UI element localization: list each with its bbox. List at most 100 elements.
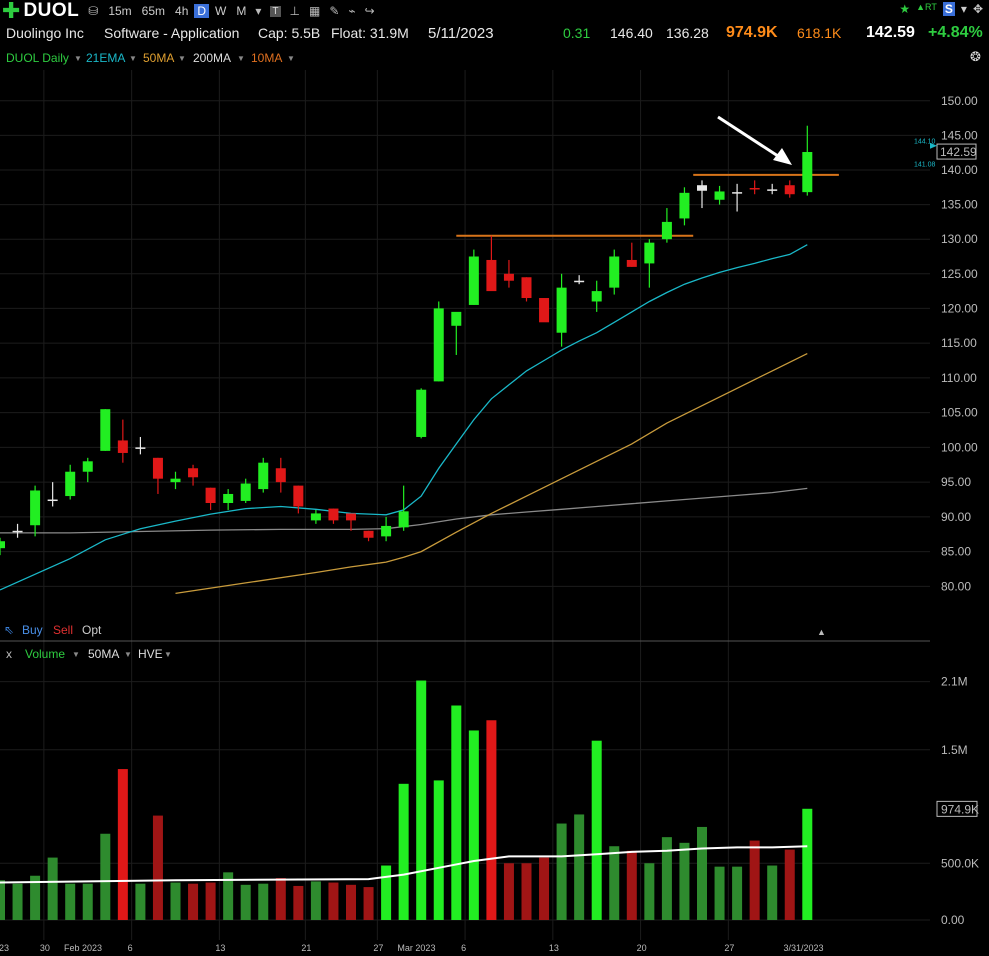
- candle-body: [100, 409, 111, 451]
- y-tick-label: 95.00: [941, 475, 971, 489]
- candle-body: [556, 287, 567, 333]
- volume-bar: [275, 878, 286, 920]
- candle-body: [363, 530, 374, 538]
- x-tick-label: 20: [637, 943, 647, 953]
- volume-bar: [188, 883, 199, 920]
- candle-body: [258, 462, 269, 490]
- x-tick-label: 27: [724, 943, 734, 953]
- dropdown-icon[interactable]: ▼: [124, 650, 132, 659]
- candle-body: [328, 508, 339, 521]
- volume-bar: [697, 826, 707, 920]
- candle-body: [205, 487, 216, 503]
- volume-bar: [310, 881, 321, 920]
- candle-body: [626, 259, 637, 267]
- candle-body: [767, 189, 778, 191]
- volume-bar: [381, 865, 392, 920]
- annotation-arrow: [717, 115, 792, 165]
- candle-body: [468, 256, 479, 305]
- volume-bar: [679, 842, 690, 920]
- volume-bar: [451, 705, 462, 920]
- y-tick-label: 130.00: [941, 232, 978, 246]
- volume-bar: [100, 833, 111, 920]
- y-tick-label: 110.00: [941, 371, 977, 385]
- candle-body: [275, 468, 286, 483]
- candle-body: [240, 483, 251, 501]
- candle-body: [574, 280, 585, 283]
- candle-body: [451, 311, 462, 326]
- buy-button[interactable]: Buy: [22, 623, 43, 637]
- volume-bar: [416, 680, 427, 920]
- volume-bar: [398, 783, 409, 920]
- candle-body: [12, 530, 23, 533]
- dropdown-icon[interactable]: ▼: [164, 650, 172, 659]
- collapse-icon[interactable]: ▲: [817, 627, 826, 637]
- candle-body: [539, 298, 550, 323]
- candle-body: [591, 291, 602, 302]
- volume-bar: [205, 882, 216, 920]
- volume-tick-label: 500.0K: [941, 856, 979, 870]
- candle-body: [433, 308, 444, 382]
- y-tick-label: 145.00: [941, 128, 978, 142]
- x-tick-label: 6: [128, 943, 133, 953]
- candle-body: [697, 185, 707, 191]
- x-tick-label: Mar 2023: [397, 943, 435, 953]
- candle-body: [47, 499, 58, 502]
- candle-body: [644, 242, 655, 264]
- volume-bar: [732, 866, 743, 920]
- candle-body: [714, 191, 725, 200]
- y-tick-label: 120.00: [941, 301, 978, 315]
- volume-bar: [468, 730, 479, 920]
- volume-bar: [521, 863, 532, 920]
- cursor-icon[interactable]: ⇖: [4, 623, 14, 637]
- option-button[interactable]: Opt: [82, 623, 101, 637]
- candle-body: [135, 447, 146, 449]
- y-tick-label: 135.00: [941, 198, 978, 212]
- ma50-line: [175, 353, 808, 595]
- volume-bar: [240, 884, 251, 920]
- volume-bar: [802, 808, 813, 920]
- candle-body: [65, 471, 76, 497]
- y-tick-label: 140.00: [941, 163, 978, 177]
- volume-bar: [644, 863, 655, 920]
- volume-bar: [486, 720, 497, 920]
- volume-label[interactable]: Volume: [25, 647, 65, 661]
- close-volume-panel[interactable]: x: [6, 647, 12, 661]
- candle-body: [398, 511, 409, 528]
- candle-body: [503, 273, 514, 281]
- candle-body: [486, 259, 497, 292]
- candle-body: [310, 513, 321, 521]
- candle-body: [609, 256, 620, 288]
- x-tick-label: 6: [461, 943, 466, 953]
- candle-body: [732, 192, 743, 194]
- x-tick-label: 30: [40, 943, 50, 953]
- volume-ma-label[interactable]: 50MA: [88, 647, 119, 661]
- dropdown-icon[interactable]: ▼: [72, 650, 80, 659]
- volume-bar: [117, 769, 128, 920]
- candle-body: [749, 187, 760, 190]
- y-tick-label: 85.00: [941, 545, 971, 559]
- volume-bar: [346, 884, 356, 920]
- candle-body: [416, 389, 427, 437]
- x-tick-label: 13: [215, 943, 225, 953]
- candle-body: [82, 461, 93, 472]
- volume-tick-label: 1.5M: [941, 743, 968, 757]
- candle-body: [381, 525, 392, 537]
- candle-body: [117, 440, 128, 453]
- price-chart[interactable]: 150.00145.00140.00135.00130.00125.00120.…: [0, 0, 989, 956]
- candle-body: [293, 485, 304, 507]
- candle-body: [30, 490, 41, 526]
- y-tick-label: 115.00: [941, 336, 977, 350]
- candle-body: [223, 493, 234, 503]
- x-tick-label: 27: [373, 943, 383, 953]
- candles: [0, 125, 813, 556]
- volume-bar: [784, 849, 795, 920]
- volume-bar: [609, 846, 620, 920]
- volume-bar: [539, 857, 550, 920]
- sell-button[interactable]: Sell: [53, 623, 73, 637]
- volume-bar: [65, 883, 76, 920]
- x-tick-label: 13: [549, 943, 559, 953]
- candle-body: [802, 152, 813, 193]
- hve-label[interactable]: HVE: [138, 647, 163, 661]
- x-tick-label: 21: [301, 943, 311, 953]
- volume-bar: [363, 887, 374, 920]
